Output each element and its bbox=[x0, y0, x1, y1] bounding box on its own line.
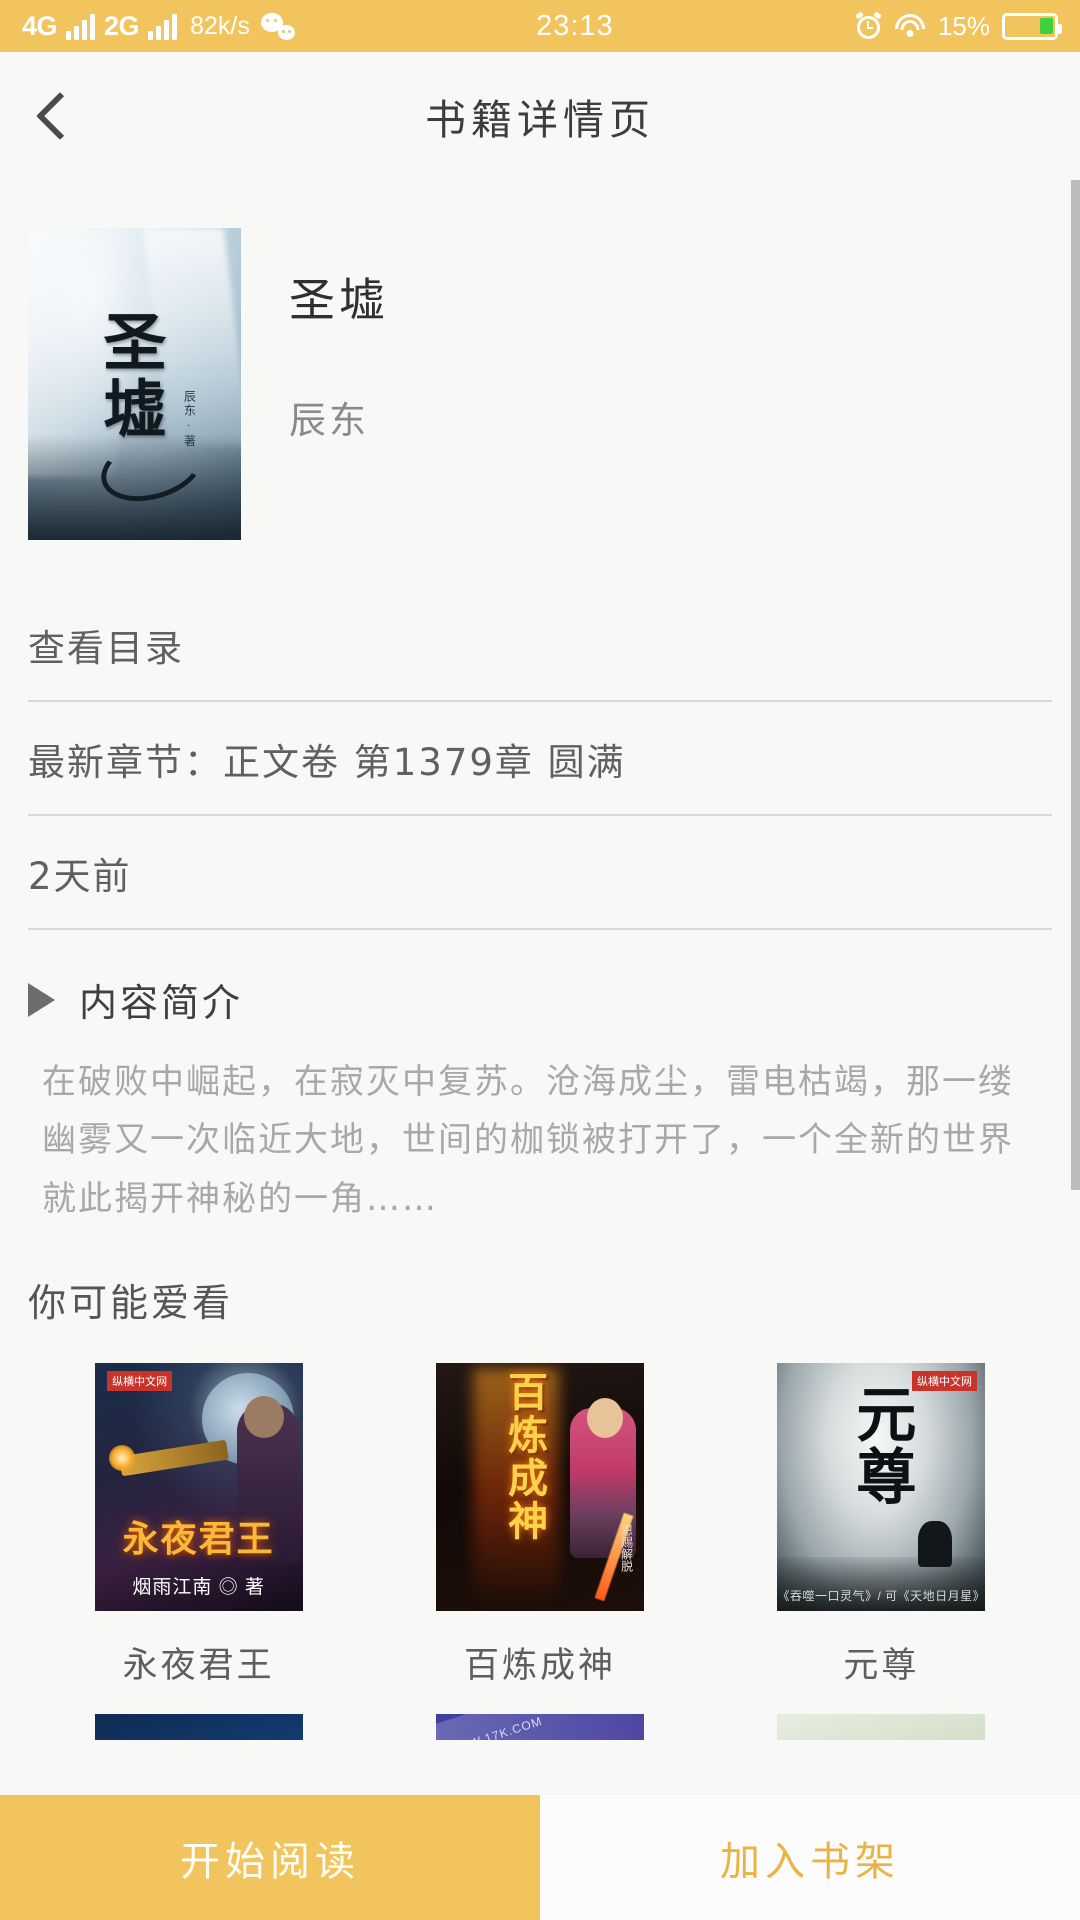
recommend-grid: 纵横中文网 永夜君王 烟雨江南 ◎ 著 永夜君王 百炼成神 恩赐解脱 百炼成神 … bbox=[28, 1363, 1052, 1740]
book-info-section: 圣墟 辰东 · 著 圣墟 辰东 bbox=[28, 180, 1052, 540]
cover-title-text: 百炼成神 bbox=[501, 1370, 549, 1543]
status-bar-center: 23:13 bbox=[295, 10, 855, 43]
latest-chapter-row[interactable]: 最新章节：正文卷 第1379章 圆满 bbox=[28, 702, 1052, 816]
recommend-cover: 纵横中文网 元尊 《吞噬一口灵气》/ 可《天地日月星》 bbox=[777, 1363, 986, 1612]
recommend-name: 元尊 bbox=[843, 1646, 920, 1687]
recommend-title: 你可能爱看 bbox=[28, 1281, 234, 1326]
signal-bars-icon-1 bbox=[66, 12, 96, 40]
status-bar: 4G 2G 82k/s 23:13 15% ✦ bbox=[0, 0, 1080, 52]
recommend-item[interactable]: 纵横中文网 永夜君王 烟雨江南 ◎ 著 永夜君王 bbox=[28, 1363, 369, 1688]
bottom-action-bar: 开始阅读 加入书架 bbox=[0, 1795, 1080, 1920]
network-speed: 82k/s bbox=[190, 11, 250, 40]
summary-header[interactable]: 内容简介 bbox=[28, 972, 1052, 1027]
book-author: 辰东 bbox=[289, 399, 369, 442]
add-to-bookshelf-button[interactable]: 加入书架 bbox=[540, 1795, 1080, 1920]
summary-text: 在破败中崛起，在寂灭中复苏。沧海成尘，雷电枯竭，那一缕幽雾又一次临近大地，世间的… bbox=[42, 1062, 1014, 1219]
start-reading-button[interactable]: 开始阅读 bbox=[0, 1795, 540, 1920]
cover-tag-text: 《吞噬一口灵气》/ 可《天地日月星》 bbox=[777, 1588, 986, 1603]
cover-title-text: 元尊 bbox=[845, 1383, 916, 1508]
recommend-item[interactable]: WWW.17K.COM bbox=[369, 1714, 710, 1740]
wifi-icon bbox=[894, 13, 926, 39]
catalog-row[interactable]: 查看目录 bbox=[28, 588, 1052, 702]
cover-mark-text: 恩赐解脱 bbox=[619, 1523, 634, 1572]
recommend-item[interactable]: 百炼成神 恩赐解脱 百炼成神 bbox=[369, 1363, 710, 1688]
page-title: 书籍详情页 bbox=[425, 96, 655, 144]
recommend-name: 永夜君王 bbox=[122, 1646, 275, 1687]
cover-badge: 纵横中文网 bbox=[107, 1370, 173, 1391]
cover-author-text: 烟雨江南 ◎ 著 bbox=[132, 1577, 265, 1599]
book-detail-screen: 4G 2G 82k/s 23:13 15% ✦ 书籍详情页 圣墟 辰东 · 著 … bbox=[0, 0, 1080, 1920]
recommend-cover: 17K.COM bbox=[94, 1714, 303, 1740]
recommend-cover: 纵横中文网 永夜君王 烟雨江南 ◎ 著 bbox=[94, 1363, 303, 1612]
page-header: 书籍详情页 bbox=[0, 52, 1080, 180]
recommend-item[interactable]: 纵横中文网 元尊 《吞噬一口灵气》/ 可《天地日月星》 元尊 bbox=[711, 1363, 1052, 1688]
update-time-row: 2天前 bbox=[28, 816, 1052, 930]
recommend-name: 百炼成神 bbox=[463, 1646, 616, 1687]
signal-bars-icon-2 bbox=[148, 12, 178, 40]
battery-percent: 15% bbox=[937, 10, 990, 41]
recommend-item[interactable]: 霸 bbox=[711, 1714, 1052, 1740]
scroll-content[interactable]: 圣墟 辰东 · 著 圣墟 辰东 查看目录 最新章节：正文卷 第1379章 圆满 … bbox=[0, 180, 1080, 1740]
summary-title: 内容简介 bbox=[79, 981, 244, 1025]
triangle-right-icon bbox=[28, 982, 55, 1017]
battery-icon: ✦ bbox=[1002, 12, 1062, 40]
recommend-cover: 霸 bbox=[777, 1714, 986, 1740]
vertical-scrollbar[interactable] bbox=[1071, 180, 1080, 1190]
book-title: 圣墟 bbox=[289, 273, 389, 327]
status-bar-left: 4G 2G 82k/s bbox=[22, 12, 295, 41]
alarm-clock-icon bbox=[855, 10, 882, 40]
network-type-2: 2G bbox=[104, 10, 140, 41]
book-cover-title: 圣墟 bbox=[93, 309, 168, 444]
recommend-cover: 百炼成神 恩赐解脱 bbox=[435, 1363, 644, 1612]
status-bar-time: 23:13 bbox=[536, 9, 614, 42]
status-bar-right: 15% ✦ bbox=[855, 10, 1062, 42]
network-type-1: 4G bbox=[22, 10, 58, 41]
book-meta: 圣墟 辰东 bbox=[241, 228, 389, 540]
cover-title-text: 永夜君王 bbox=[122, 1517, 275, 1560]
recommend-cover: WWW.17K.COM bbox=[435, 1714, 644, 1740]
wechat-icon bbox=[260, 12, 295, 40]
recommend-item[interactable]: 17K.COM bbox=[28, 1714, 369, 1740]
book-cover[interactable]: 圣墟 辰东 · 著 bbox=[28, 228, 241, 540]
